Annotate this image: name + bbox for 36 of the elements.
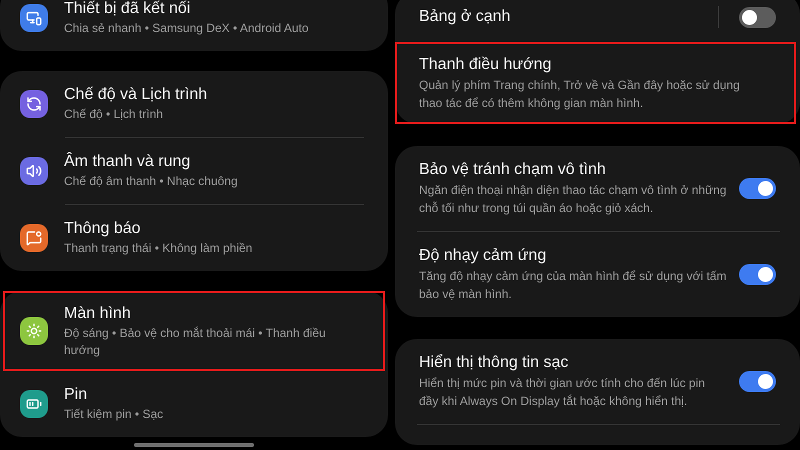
settings-item[interactable]: Bảng ở cạnh — [395, 0, 800, 42]
item-title: Bảng ở cạnh — [419, 7, 512, 27]
toggle-switch[interactable] — [739, 178, 776, 199]
settings-item[interactable]: Thiết bị đã kết nối Chia sẻ nhanh • Samsung DeX • Android Auto — [0, 0, 388, 51]
item-subtitle: Chế độ âm thanh • Nhạc chuông — [64, 173, 238, 190]
item-subtitle: Chế độ • Lịch trình — [64, 106, 164, 123]
item-subtitle: Thanh trạng thái • Không làm phiền — [64, 240, 252, 257]
item-subtitle: Chia sẻ nhanh • Samsung DeX • Android Auto — [64, 20, 309, 37]
settings-item[interactable]: Hiển thị thông tin sạc Hiển thị mức pin và thời gian ước tính cho đến lúc pin đầy khi Always On Display tắt hoặc không hiển thị. — [395, 339, 800, 424]
settings-item[interactable]: Màn hình Độ sáng • Bảo vệ cho mắt thoải mái • Thanh điều hướng — [3, 291, 385, 371]
settings-item[interactable]: Âm thanh và rung Chế độ âm thanh • Nhạc chuông — [0, 138, 388, 204]
toggle-switch[interactable] — [739, 264, 776, 285]
item-title: Chế độ và Lịch trình — [64, 85, 208, 105]
item-description: Quản lý phím Trang chính, Trở về và Gần đây hoặc sử dụng thao tác để có thêm không gian màn hình. — [419, 76, 741, 112]
item-title: Hiển thị thông tin sạc — [419, 353, 570, 373]
item-title: Độ nhạy cảm ứng — [419, 246, 548, 266]
item-title: Âm thanh và rung — [64, 152, 192, 172]
settings-item[interactable]: Độ nhạy cảm ứng Tăng độ nhạy cảm ứng của màn hình để sử dụng với tấm bảo vệ màn hình. — [395, 232, 800, 317]
settings-item[interactable]: Thông báo Thanh trạng thái • Không làm phiền — [0, 205, 388, 271]
item-title: Thiết bị đã kết nối — [64, 0, 192, 19]
settings-item[interactable]: Chế độ và Lịch trình Chế độ • Lịch trình — [0, 71, 388, 137]
item-subtitle: Độ sáng • Bảo vệ cho mắt thoải mái • Thanh điều hướng — [64, 324, 327, 358]
item-description: Hiển thị mức pin và thời gian ước tính cho đến lúc pin đầy khi Always On Display tắt hoặc không hiển thị. — [419, 375, 706, 410]
item-title: Màn hình — [64, 304, 132, 324]
item-description: Ngăn điện thoại nhận diện thao tác chạm vô tình ở những chỗ tối như trong túi quần áo hoặc giỏ xách. — [419, 182, 727, 217]
item-title: Pin — [64, 385, 88, 405]
item-title: Thông báo — [64, 219, 142, 239]
toggle-switch[interactable] — [739, 6, 776, 28]
toggle-switch[interactable] — [739, 371, 776, 392]
item-title: Bảo vệ tránh chạm vô tình — [419, 160, 607, 180]
settings-item[interactable]: Thanh điều hướng Quản lý phím Trang chính, Trở về và Gần đây hoặc sử dụng thao tác để có thêm không gian màn hình. — [395, 42, 796, 124]
settings-item[interactable]: Bảo vệ tránh chạm vô tình Ngăn điện thoại nhận diện thao tác chạm vô tình ở những chỗ tối như trong túi quần áo hoặc giỏ xách. — [395, 146, 800, 231]
item-subtitle: Tiết kiệm pin • Sạc — [64, 406, 164, 423]
item-title: Thanh điều hướng — [419, 54, 552, 74]
item-description: Tăng độ nhạy cảm ứng của màn hình để sử dụng với tấm bảo vệ màn hình. — [419, 268, 727, 303]
settings-item[interactable]: Pin Tiết kiệm pin • Sạc — [0, 371, 388, 437]
